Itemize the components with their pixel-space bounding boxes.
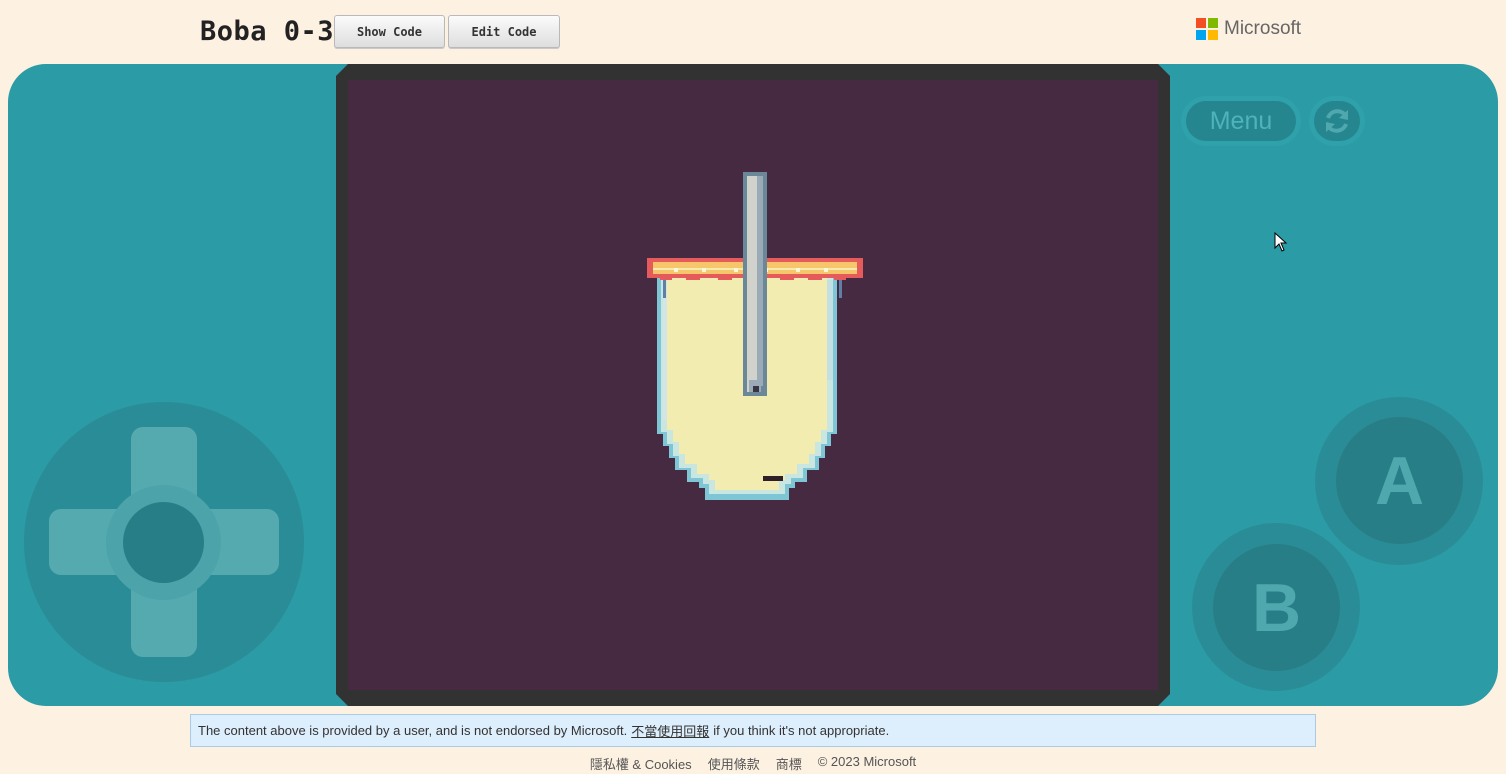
trademarks-link[interactable]: 商標 — [776, 754, 802, 772]
show-code-button[interactable]: Show Code — [334, 15, 445, 48]
reset-button[interactable] — [1309, 96, 1365, 146]
refresh-icon — [1326, 109, 1348, 133]
mouse-cursor-icon — [1274, 232, 1288, 252]
microsoft-wordmark: Microsoft — [1224, 18, 1302, 39]
content-notice: The content above is provided by a user,… — [190, 714, 1316, 747]
game-title: Boba 0-3 — [200, 16, 335, 47]
copyright-text: © 2023 Microsoft — [817, 754, 917, 769]
boba-cup-sprite — [647, 172, 863, 500]
a-button[interactable]: A — [1336, 417, 1463, 544]
privacy-link[interactable]: 隱私權 & Cookies — [590, 754, 692, 772]
report-abuse-link[interactable]: 不當使用回報 — [631, 721, 709, 740]
edit-code-button[interactable]: Edit Code — [448, 15, 560, 48]
footer: 隱私權 & Cookies 使用條款 商標 © 2023 Microsoft — [0, 754, 1506, 772]
notice-text-after: if you think it's not appropriate. — [713, 723, 890, 738]
b-button[interactable]: B — [1213, 544, 1340, 671]
microsoft-logo[interactable]: Microsoft — [1196, 18, 1301, 40]
notice-text: The content above is provided by a user,… — [198, 723, 628, 738]
menu-button[interactable]: Menu — [1181, 96, 1301, 146]
dpad-center — [123, 502, 204, 583]
microsoft-grid-icon — [1196, 18, 1218, 40]
terms-link[interactable]: 使用條款 — [708, 754, 760, 772]
game-screen[interactable] — [348, 80, 1158, 690]
top-bar: Boba 0-3 Show Code Edit Code Microsoft — [0, 0, 1506, 64]
